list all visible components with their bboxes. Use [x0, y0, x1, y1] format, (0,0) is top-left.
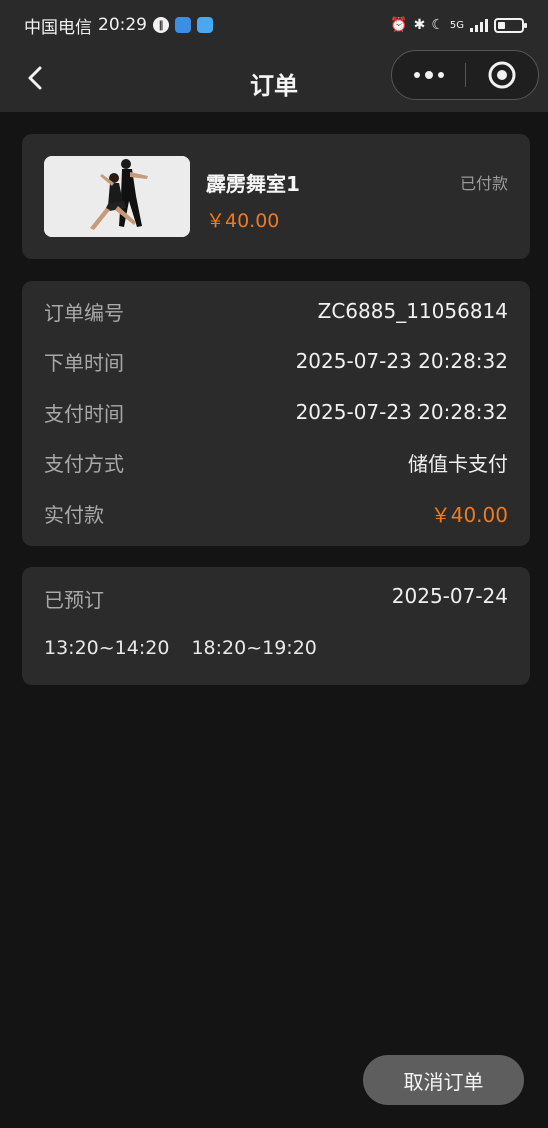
product-card[interactable]: 霹雳舞室1 ￥40.00 已付款 — [22, 134, 530, 259]
battery-icon — [494, 17, 527, 33]
back-button[interactable] — [22, 63, 52, 93]
product-name: 霹雳舞室1 — [206, 172, 300, 196]
close-miniprogram-button[interactable] — [466, 51, 538, 99]
more-dots-icon-center — [424, 71, 433, 79]
booking-card: 已预订 2025-07-24 13:20~14:20 18:20~19:20 — [22, 567, 530, 685]
alarm-icon: ⏰ — [390, 17, 408, 33]
info-label: 实付款 — [44, 502, 104, 527]
status-left: 中国电信 20:29 ‖ — [24, 13, 213, 38]
status-bar: 中国电信 20:29 ‖ ⏰ ✱ ☾ 5G — [0, 0, 548, 50]
order-time-row: 下单时间 2025-07-23 20:28:32 — [44, 346, 508, 376]
order-number-row: 订单编号 ZC6885_11056814 — [44, 296, 508, 326]
time-slot: 13:20~14:20 — [44, 637, 170, 659]
more-dots-icon-right — [437, 72, 444, 78]
clock-label: 20:29 — [98, 15, 147, 35]
payment-time-row: 支付时间 2025-07-23 20:28:32 — [44, 397, 508, 427]
product-image — [44, 156, 190, 237]
bluetooth-icon: ✱ — [413, 17, 426, 33]
payment-method-row: 支付方式 储值卡支付 — [44, 447, 508, 477]
dancers-photo — [44, 156, 190, 237]
amount-paid-value: ￥40.00 — [430, 502, 508, 527]
booking-status-label: 已预订 — [44, 588, 104, 612]
order-detail-screen: 中国电信 20:29 ‖ ⏰ ✱ ☾ 5G 订单 霹雳舞室1 ￥40.00 已付… — [0, 0, 548, 1128]
order-number-value: ZC6885_11056814 — [317, 299, 508, 323]
signal-icon — [470, 18, 488, 32]
info-label: 支付时间 — [44, 401, 124, 426]
time-slot: 18:20~19:20 — [191, 637, 317, 659]
amount-paid-row: 实付款 ￥40.00 — [44, 498, 508, 528]
order-time-value: 2025-07-23 20:28:32 — [295, 349, 508, 373]
more-dots-icon — [413, 72, 420, 78]
chevron-left-icon — [28, 66, 42, 90]
network-type-label: 5G — [449, 19, 464, 31]
pause-notification-icon: ‖ — [153, 17, 169, 33]
navigation-bar: 订单 — [0, 50, 548, 112]
order-info-card: 订单编号 ZC6885_11056814 下单时间 2025-07-23 20:… — [22, 281, 530, 546]
more-button[interactable] — [392, 51, 465, 99]
info-label: 下单时间 — [44, 350, 124, 375]
payment-method-value: 储值卡支付 — [408, 451, 508, 476]
payment-time-value: 2025-07-23 20:28:32 — [295, 400, 508, 424]
cancel-order-button[interactable]: 取消订单 — [363, 1055, 524, 1105]
booking-date: 2025-07-24 — [391, 584, 508, 608]
miniprogram-capsule — [391, 50, 539, 100]
booking-slots: 13:20~14:20 18:20~19:20 — [44, 637, 317, 659]
status-right: ⏰ ✱ ☾ 5G — [390, 17, 527, 33]
payment-status-badge: 已付款 — [459, 174, 508, 193]
info-label: 订单编号 — [44, 300, 124, 325]
cloud-app-icon — [197, 17, 213, 33]
target-circle-icon — [488, 61, 516, 89]
info-label: 支付方式 — [44, 451, 124, 476]
moon-icon: ☾ — [431, 17, 444, 33]
carrier-label: 中国电信 — [24, 17, 92, 38]
product-price: ￥40.00 — [206, 210, 280, 232]
weather-app-icon — [175, 17, 191, 33]
